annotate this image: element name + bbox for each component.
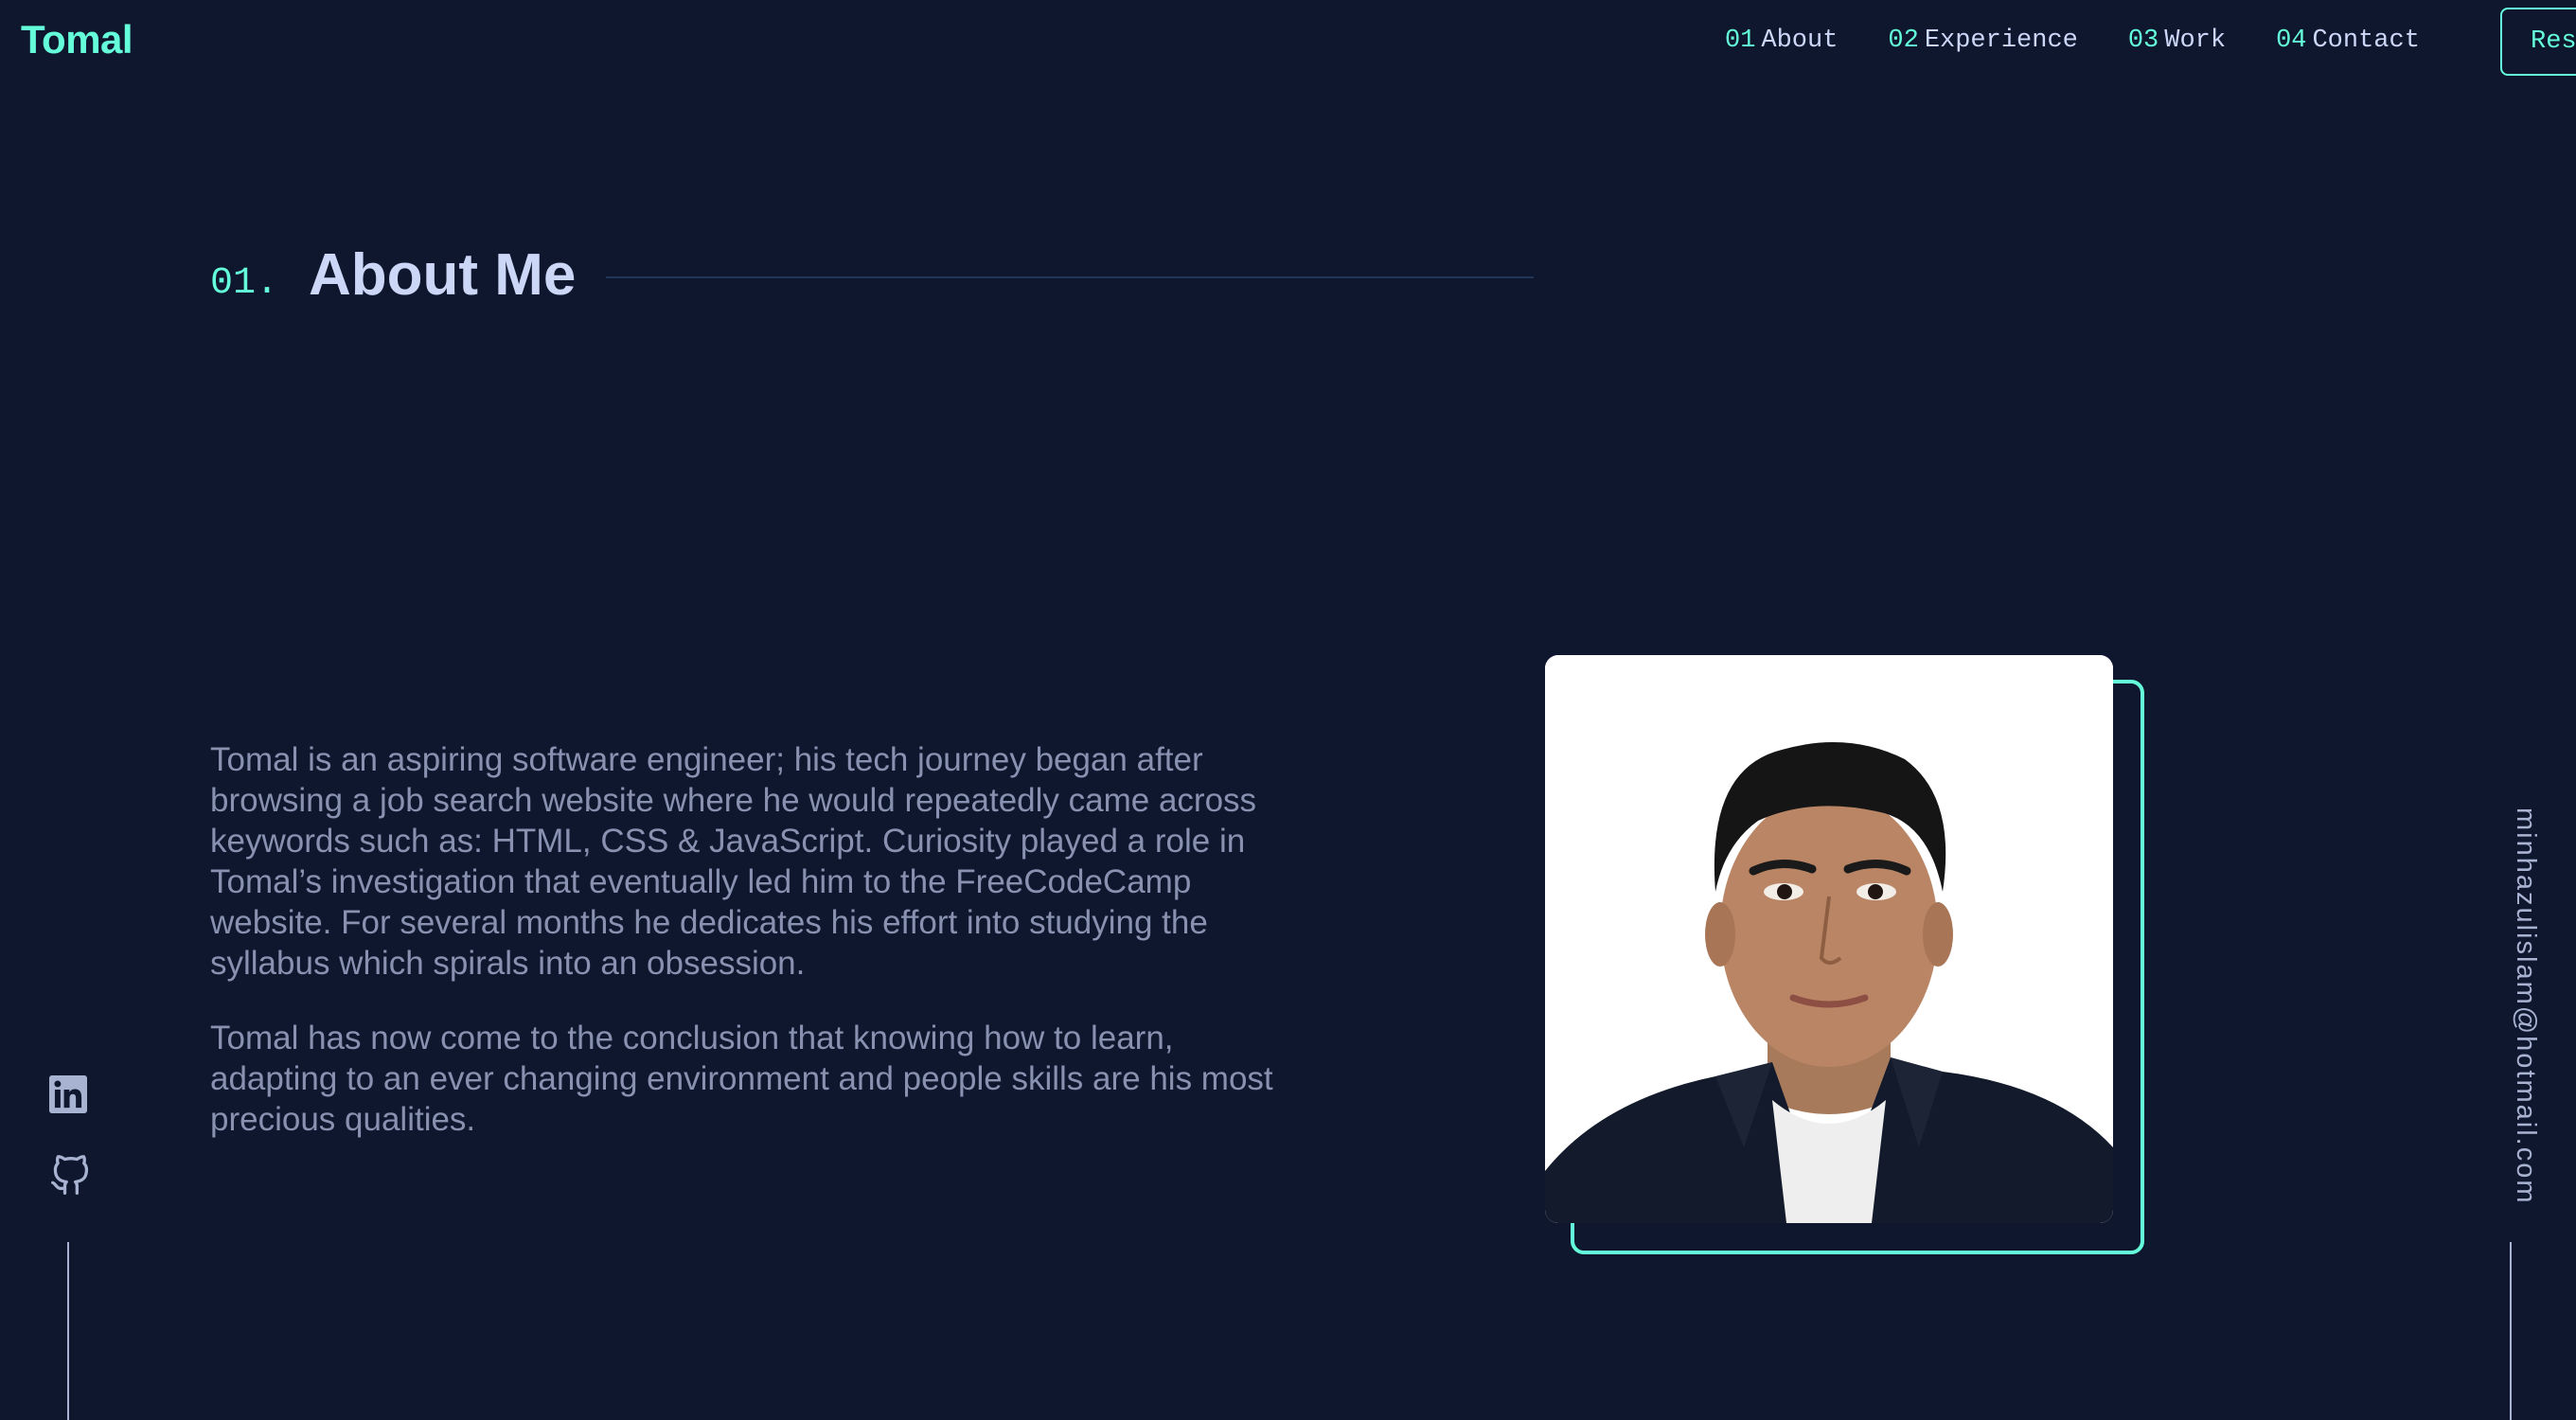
resume-button[interactable]: Resume <box>2500 8 2576 76</box>
nav-item-work[interactable]: 03 Work <box>2128 27 2226 55</box>
section-divider <box>606 275 1535 278</box>
about-paragraph: Tomal has now come to the conclusion tha… <box>210 1020 1273 1138</box>
email-divider <box>2510 1242 2512 1420</box>
logo[interactable]: Tomal <box>21 17 133 62</box>
profile-photo <box>1545 655 2113 1223</box>
nav-item-about[interactable]: 01 About <box>1725 27 1838 55</box>
github-icon[interactable] <box>49 1155 89 1195</box>
email-link[interactable]: minhazulislam@hotmail.com <box>2510 808 2541 1205</box>
nav-item-experience[interactable]: 02 Experience <box>1888 27 2077 55</box>
nav-item-number: 03 <box>2127 27 2159 55</box>
linkedin-icon[interactable] <box>49 1075 87 1113</box>
profile-photo-illustration <box>1545 655 2113 1223</box>
nav-item-label: About <box>1761 27 1839 55</box>
section-title: About Me <box>309 242 577 308</box>
nav-item-number: 01 <box>1725 27 1756 55</box>
section-number: 01. <box>210 262 279 305</box>
about-text: Tomal is an aspiring software engineer; … <box>210 739 1308 1174</box>
nav-item-label: Experience <box>1924 27 2078 55</box>
nav-item-contact[interactable]: 04 Contact <box>2276 27 2420 55</box>
nav-item-label: Contact <box>2312 27 2420 55</box>
nav-item-number: 02 <box>1888 27 1919 55</box>
section-heading: 01. About Me <box>210 241 1535 309</box>
about-paragraph: Tomal is an aspiring software engineer; … <box>210 741 1257 982</box>
social-divider <box>67 1242 69 1420</box>
nav-item-number: 04 <box>2276 27 2307 55</box>
main-nav: 01 About 02 Experience 03 Work 04 Contac… <box>1725 27 2470 55</box>
nav-item-label: Work <box>2164 27 2227 55</box>
